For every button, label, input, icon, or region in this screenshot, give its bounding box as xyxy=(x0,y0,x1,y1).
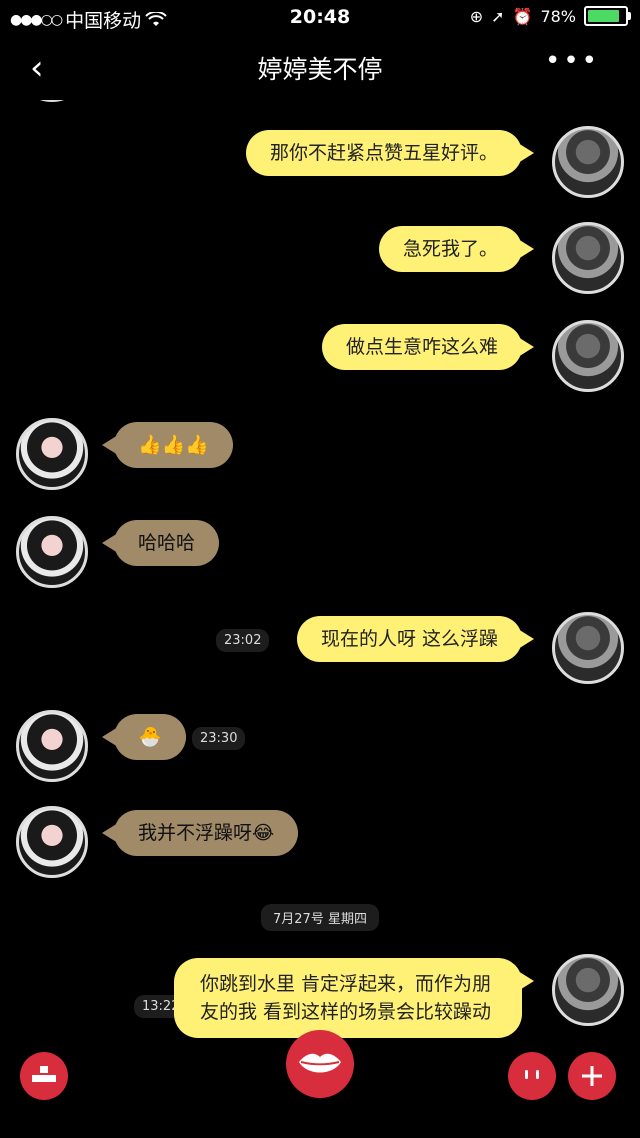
blocks-icon xyxy=(32,1066,56,1082)
more-options-button[interactable]: ••• xyxy=(545,46,600,76)
add-button[interactable] xyxy=(568,1052,616,1100)
lips-button[interactable] xyxy=(286,1030,354,1098)
status-bar: ●●●○○ 中国移动 20:48 ⊕ ➚ ⏰ 78% xyxy=(0,0,640,34)
message-bubble[interactable]: 👍👍👍 xyxy=(102,422,233,468)
avatar[interactable] xyxy=(552,126,624,198)
message-bubble[interactable]: 做点生意咋这么难 xyxy=(321,324,535,370)
apps-button[interactable] xyxy=(20,1052,68,1100)
avatar[interactable] xyxy=(16,100,88,102)
message-bubble[interactable]: 🐣 xyxy=(102,714,186,760)
avatar[interactable] xyxy=(16,710,88,782)
avatar[interactable] xyxy=(16,418,88,490)
nav-bar: ‹ 婷婷美不停 ••• xyxy=(0,34,640,98)
avatar[interactable] xyxy=(552,320,624,392)
message-row: 我并不浮躁呀😂 xyxy=(0,806,640,890)
message-bubble[interactable]: 那你不赶紧点赞五星好评。 xyxy=(245,130,535,176)
message-row: 🐣 23:30 xyxy=(0,710,640,794)
face-icon xyxy=(525,1070,539,1079)
message-timestamp: 23:02 xyxy=(216,629,270,652)
chat-list[interactable]: 那你不赶紧点赞五星好评。 急死我了。 做点生意咋这么难 👍👍👍 哈哈哈 23:0… xyxy=(0,100,640,1048)
message-bubble[interactable]: 急死我了。 xyxy=(378,226,535,272)
battery-percent: 78% xyxy=(540,6,576,26)
avatar[interactable] xyxy=(16,806,88,878)
message-bubble[interactable]: 哈哈哈 xyxy=(101,520,220,566)
avatar[interactable] xyxy=(552,612,624,684)
avatar[interactable] xyxy=(552,954,624,1026)
sticker-button[interactable] xyxy=(508,1052,556,1100)
message-row: 哈哈哈 xyxy=(0,516,640,600)
message-row: 那你不赶紧点赞五星好评。 xyxy=(0,126,640,210)
status-right: ⊕ ➚ ⏰ 78% xyxy=(469,6,631,26)
message-bubble[interactable]: 现在的人呀 这么浮躁 xyxy=(296,616,535,662)
message-bubble[interactable]: 我并不浮躁呀😂 xyxy=(101,810,299,856)
lips-icon xyxy=(299,1053,341,1073)
bottom-toolbar xyxy=(0,1030,640,1138)
message-bubble[interactable]: 你跳到水里 肯定浮起来，而作为朋友的我 看到这样的场景会比较躁动 xyxy=(174,958,534,1038)
message-timestamp: 23:30 xyxy=(192,727,246,750)
avatar[interactable] xyxy=(16,516,88,588)
message-row: 急死我了。 xyxy=(0,222,640,306)
message-row: 👍👍👍 xyxy=(0,418,640,502)
battery-icon xyxy=(584,6,631,26)
location-icon: ➚ xyxy=(491,6,505,26)
orientation-lock-icon: ⊕ xyxy=(469,6,484,26)
message-row: 23:02 现在的人呀 这么浮躁 xyxy=(0,612,640,696)
alarm-icon: ⏰ xyxy=(512,6,533,26)
plus-icon xyxy=(582,1066,602,1086)
avatar[interactable] xyxy=(552,222,624,294)
date-separator: 7月27号 星期四 xyxy=(0,904,640,931)
date-separator-label: 7月27号 星期四 xyxy=(261,904,379,931)
message-row: 做点生意咋这么难 xyxy=(0,320,640,404)
